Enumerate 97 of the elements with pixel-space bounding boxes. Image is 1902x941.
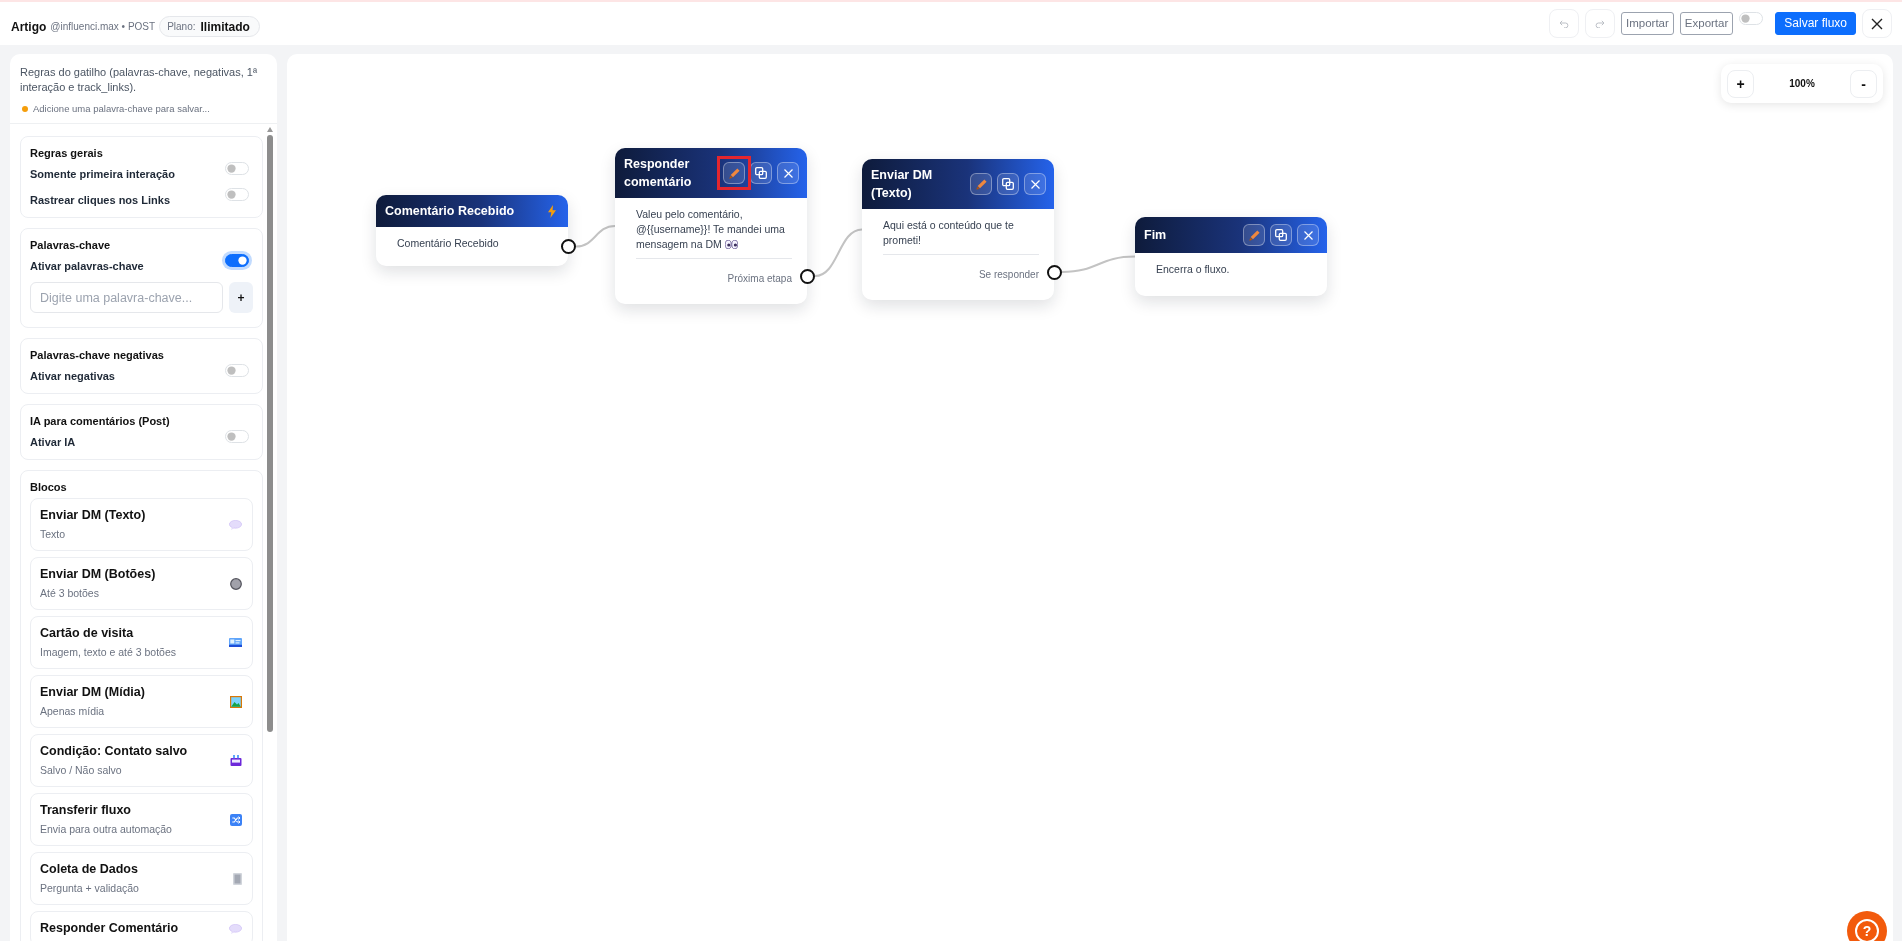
pencil-icon [728, 167, 740, 179]
block-title: Coleta de Dados [40, 861, 139, 878]
close-icon [1303, 230, 1313, 240]
section-title: Regras gerais [30, 146, 104, 161]
close-icon [1030, 179, 1040, 189]
pencil-icon [975, 178, 987, 190]
toggle-label: Ativar negativas [30, 368, 115, 384]
toggle-switch[interactable] [225, 254, 249, 267]
tray-icon [230, 755, 242, 766]
keyword-input[interactable]: Digite uma palavra-chave... [30, 282, 223, 313]
node-text: Aqui está o conteúdo que te prometi! [883, 219, 1014, 246]
toggle-label: Somente primeira interação [30, 166, 175, 182]
save-button[interactable]: Salvar fluxo [1775, 12, 1856, 35]
copy-icon [755, 167, 767, 179]
block-description: Salvo / Não salvo [40, 763, 123, 778]
node-text: Encerra o fluxo. [1156, 263, 1230, 275]
pencil-icon [1248, 229, 1260, 241]
delete-node-button[interactable] [1024, 173, 1046, 195]
node-title: Comentário Recebido [385, 203, 516, 220]
plan-label: Plano: [167, 20, 196, 34]
block-item[interactable]: Enviar DM (Texto) Texto [30, 498, 253, 551]
block-title: Enviar DM (Botões) [40, 566, 156, 583]
block-title: Cartão de visita [40, 625, 135, 642]
block-description: Pergunta + validação [40, 881, 139, 896]
block-title: Responder Comentário [40, 920, 179, 937]
duplicate-button[interactable] [750, 162, 772, 184]
speech-bubble-icon [229, 923, 242, 934]
block-item[interactable]: Enviar DM (Mídia) Apenas mídia [30, 675, 253, 728]
page-subtitle: @influenci.max • POST [50, 20, 156, 34]
plan-name: Ilimitado [200, 18, 250, 36]
edit-button[interactable] [970, 173, 992, 195]
block-title: Condição: Contato salvo [40, 743, 188, 760]
speech-bubble-icon [229, 519, 242, 530]
block-description: Envia para outra automação [40, 822, 172, 837]
id-card-icon [229, 638, 242, 647]
zoom-level: 100% [1789, 77, 1815, 91]
toggle-label: Ativar IA [30, 434, 76, 450]
copy-icon [1002, 178, 1014, 190]
zoom-out-button[interactable]: - [1850, 69, 1877, 98]
lightning-icon [548, 204, 556, 218]
duplicate-button[interactable] [1270, 224, 1292, 246]
trigger-description: Regras do gatilho (palavras-chave, negativas, 1ª interação e track_links). [20, 65, 259, 95]
close-icon [1871, 17, 1883, 30]
output-port[interactable] [800, 268, 815, 284]
block-description: Até 3 botões [40, 586, 100, 601]
block-item[interactable]: Responder Comentário [30, 911, 253, 941]
undo-icon [1559, 19, 1569, 28]
edit-button[interactable] [1243, 224, 1265, 246]
block-item[interactable]: Enviar DM (Botões) Até 3 botões [30, 557, 253, 610]
block-item[interactable]: Coleta de Dados Pergunta + validação [30, 852, 253, 905]
toggle-label: Ativar palavras-chave [30, 258, 144, 274]
output-port[interactable] [1047, 264, 1062, 280]
node-text: Valeu pelo comentário, @{{username}}! Te mandei uma mensagem na DM [636, 208, 785, 250]
node-text: Comentário Recebido [397, 237, 499, 249]
connector-line [814, 228, 863, 277]
circle-icon [230, 577, 242, 590]
duplicate-button[interactable] [997, 173, 1019, 195]
connector-line [575, 225, 616, 248]
node-title: Fim [1144, 227, 1168, 244]
node-title: Enviar DM (Texto) [871, 167, 934, 202]
block-item[interactable]: Cartão de visita Imagem, texto e até 3 botões [30, 616, 253, 669]
section-title: Blocos [30, 480, 68, 495]
block-title: Enviar DM (Texto) [40, 507, 146, 524]
block-description: Texto [40, 527, 67, 542]
next-step-label: Se responder [978, 269, 1039, 280]
output-port[interactable] [561, 239, 576, 254]
export-button[interactable]: Exportar [1679, 12, 1734, 35]
close-icon [783, 168, 793, 178]
copy-icon [1275, 229, 1287, 241]
block-title: Enviar DM (Mídia) [40, 684, 145, 701]
toggle-label: Rastrear cliques nos Links [30, 192, 170, 208]
block-item[interactable]: Condição: Contato salvo Salvo / Não salvo [30, 734, 253, 787]
block-item[interactable]: Transferir fluxo Envia para outra automação [30, 793, 253, 846]
import-button[interactable]: Importar [1621, 12, 1674, 35]
redo-icon [1595, 19, 1605, 28]
next-step-label: Próxima etapa [727, 273, 792, 284]
page-title: Artigo [11, 18, 47, 36]
warning-text: Adicione uma palavra-chave para salvar... [33, 102, 210, 115]
document-icon [233, 872, 242, 885]
section-title: IA para comentários (Post) [30, 414, 171, 429]
delete-node-button[interactable] [777, 162, 799, 184]
add-keyword-button[interactable]: + [229, 282, 253, 313]
node-title: Responder comentário [624, 156, 693, 191]
delete-node-button[interactable] [1297, 224, 1319, 246]
scrollbar-thumb[interactable] [267, 135, 273, 732]
zoom-in-button[interactable]: + [1727, 69, 1754, 98]
section-title: Palavras-chave negativas [30, 348, 165, 363]
block-description: Imagem, texto e até 3 botões [40, 645, 176, 660]
scroll-up-arrow-icon[interactable] [267, 127, 273, 132]
framed-picture-icon [230, 695, 242, 708]
section-title: Palavras-chave [30, 238, 112, 253]
block-description: Apenas mídia [40, 704, 106, 719]
shuffle-icon [230, 813, 242, 826]
close-button[interactable] [1862, 9, 1892, 38]
warning-dot-icon [22, 105, 28, 112]
block-title: Transferir fluxo [40, 802, 132, 819]
edit-button[interactable] [723, 162, 745, 184]
